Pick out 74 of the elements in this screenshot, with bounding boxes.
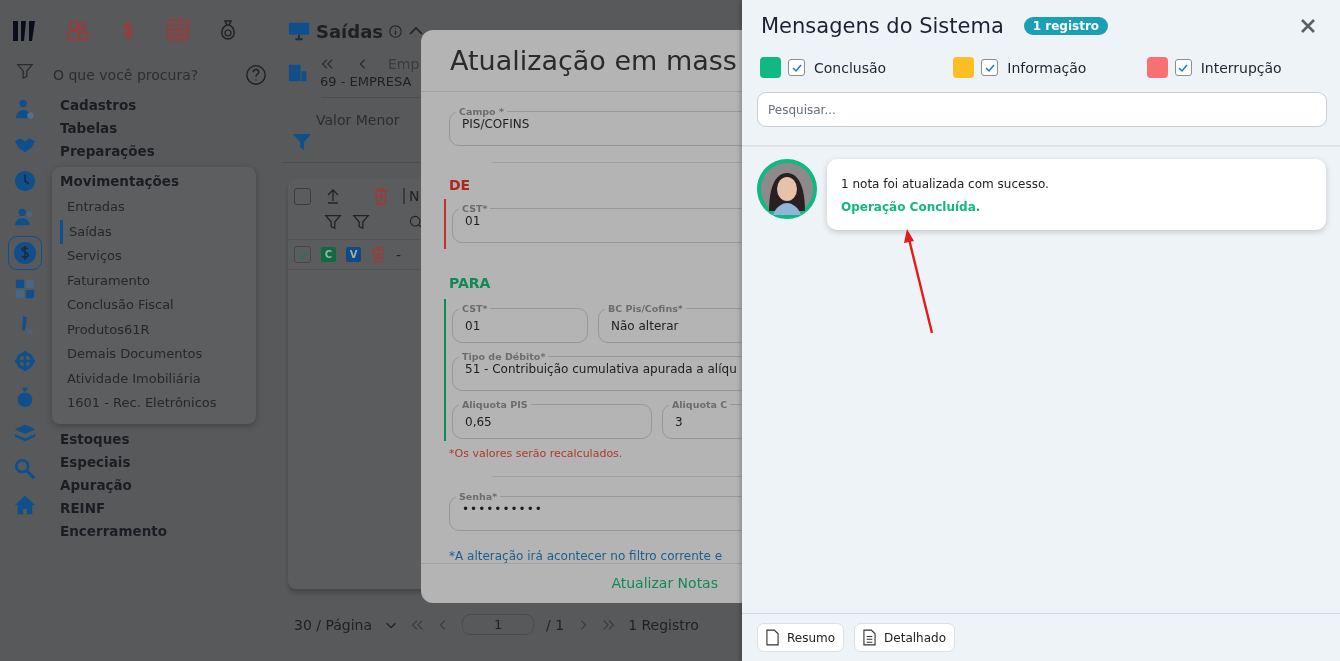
column-header[interactable]: N: [403, 188, 420, 204]
company-name: 69 - EMPRESA: [320, 74, 413, 89]
menu-item[interactable]: Movimentações: [52, 173, 256, 195]
clock-icon[interactable]: [14, 170, 36, 192]
filter-icon[interactable]: [352, 213, 370, 231]
section-heading: DE: [449, 176, 472, 193]
filter-icon[interactable]: [292, 132, 312, 152]
menu-item[interactable]: Cadastros: [50, 94, 285, 117]
page-size-select[interactable]: 30 / Página: [294, 616, 373, 633]
submenu-item[interactable]: Produtos61R: [52, 317, 256, 342]
upload-icon[interactable]: [325, 187, 341, 205]
filter-label: Interrupção: [1200, 59, 1282, 76]
modal-title: Atualização em mass: [450, 44, 737, 76]
home-icon[interactable]: [14, 494, 36, 516]
message-text: 1 nota foi atualizada com sucesso.: [841, 177, 1050, 191]
close-icon[interactable]: [1300, 18, 1316, 34]
last-page-icon[interactable]: [602, 617, 617, 632]
info-note: *A alteração irá acontecer no filtro corrente e: [449, 548, 724, 563]
menu-item[interactable]: Tabelas: [50, 117, 285, 140]
panel-title: Mensagens do Sistema: [761, 14, 1004, 38]
submenu-item[interactable]: Entradas: [52, 195, 256, 220]
table-cell: -: [396, 246, 402, 263]
input-field[interactable]: CST* 01: [452, 302, 588, 343]
logo-icon: [12, 18, 38, 44]
calculator-icon[interactable]: [14, 278, 36, 300]
help-icon[interactable]: [245, 64, 267, 86]
avatar: [757, 159, 817, 219]
calculator-icon[interactable]: [166, 18, 190, 42]
menu-item[interactable]: Especiais: [50, 450, 285, 474]
checkbox[interactable]: [981, 59, 999, 76]
filter-label: Conclusão: [814, 59, 887, 76]
monitor-icon: [288, 20, 310, 42]
view-button[interactable]: Resumo: [757, 623, 845, 652]
menu-item[interactable]: Apuração: [50, 473, 285, 497]
first-page-icon[interactable]: [410, 617, 425, 632]
filter-icon[interactable]: [16, 62, 34, 80]
count-badge: 1 registro: [1023, 17, 1109, 35]
status-tag: V: [346, 247, 361, 262]
menu-item[interactable]: REINF: [50, 496, 285, 520]
filter-label: Informação: [1007, 59, 1087, 76]
menu-item[interactable]: Preparações: [50, 140, 285, 163]
page-title: Saídas: [316, 20, 384, 42]
status-tag: C: [321, 247, 336, 262]
total-pages: / 1: [546, 616, 565, 633]
page-input[interactable]: 1: [462, 614, 535, 635]
submenu-item[interactable]: Faturamento: [52, 268, 256, 293]
record-count: 1 Registro: [628, 616, 699, 633]
checkbox[interactable]: [788, 59, 805, 76]
input-field[interactable]: Aliquota PIS 0,65: [452, 398, 652, 439]
menu-item[interactable]: Encerramento: [50, 519, 285, 543]
section-heading: PARA: [449, 274, 492, 291]
warning-note: *Os valores serão recalculados.: [449, 446, 624, 460]
info-icon[interactable]: [389, 24, 403, 38]
message-status: Operação Concluída.: [841, 200, 982, 214]
trash-icon[interactable]: [373, 187, 389, 205]
checkbox[interactable]: [1174, 59, 1192, 76]
filter-icon[interactable]: [324, 213, 342, 231]
update-button[interactable]: Atualizar Notas: [607, 571, 722, 596]
submenu-item[interactable]: Serviços: [52, 244, 256, 269]
people-icon[interactable]: [66, 18, 90, 42]
view-button[interactable]: Detalhado: [854, 623, 955, 652]
search-icon[interactable]: [408, 214, 424, 230]
user-settings-icon[interactable]: [14, 98, 36, 120]
first-page-icon[interactable]: [320, 57, 334, 71]
checkbox[interactable]: [294, 246, 311, 263]
menu-item[interactable]: Estoques: [50, 427, 285, 451]
checkbox[interactable]: [294, 187, 311, 205]
layers-icon[interactable]: [14, 422, 36, 444]
trash-icon[interactable]: [371, 246, 386, 263]
search-field[interactable]: Pesquisar...: [757, 92, 1327, 127]
submenu-item[interactable]: Saídas: [60, 219, 256, 244]
document-icon: [766, 629, 779, 646]
dollar-icon[interactable]: [8, 236, 42, 270]
document-icon: [863, 629, 877, 646]
